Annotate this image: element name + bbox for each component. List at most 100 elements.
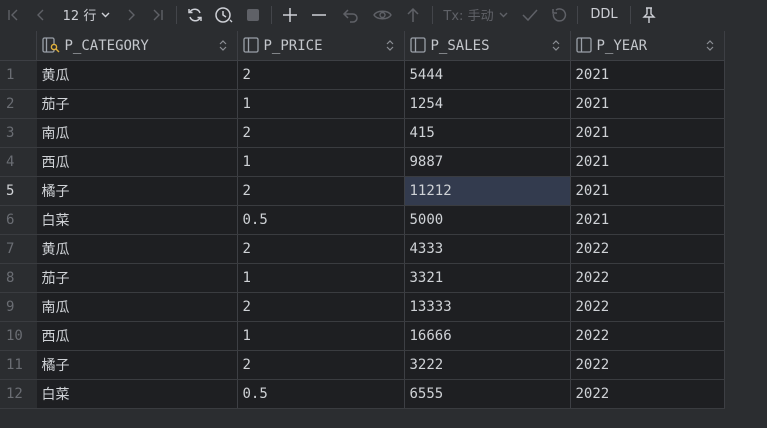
column-header-p-price[interactable]: P_PRICE [237, 31, 405, 61]
cell-p-category[interactable]: 黄瓜 [36, 234, 238, 264]
cell-p-price[interactable]: 0.5 [237, 379, 405, 409]
sort-icon[interactable] [706, 40, 714, 51]
cell-p-year[interactable]: 2021 [570, 205, 725, 235]
table-row[interactable]: 1 黄瓜 2 5444 2021 [0, 60, 725, 90]
sort-icon[interactable] [219, 40, 227, 51]
cell-p-category[interactable]: 西瓜 [36, 147, 238, 177]
cell-p-price[interactable]: 1 [237, 89, 405, 119]
table-row[interactable]: 10 西瓜 1 16666 2022 [0, 321, 725, 351]
cell-p-sales[interactable]: 3222 [404, 350, 571, 380]
toolbar-separator [271, 5, 272, 24]
row-number[interactable]: 7 [0, 234, 37, 264]
submit-icon[interactable] [398, 0, 428, 29]
cell-p-year[interactable]: 2021 [570, 147, 725, 177]
cell-p-category[interactable]: 南瓜 [36, 292, 238, 322]
delete-row-icon[interactable] [304, 0, 334, 29]
cell-p-category[interactable]: 橘子 [36, 176, 238, 206]
cell-p-sales[interactable]: 5444 [404, 60, 571, 90]
table-row[interactable]: 6 白菜 0.5 5000 2021 [0, 205, 725, 235]
cell-p-sales-selected[interactable]: 11212 [404, 176, 571, 206]
cell-p-sales[interactable]: 5000 [404, 205, 571, 235]
cell-p-year[interactable]: 2022 [570, 321, 725, 351]
cell-p-year[interactable]: 2022 [570, 350, 725, 380]
cell-p-sales[interactable]: 6555 [404, 379, 571, 409]
cell-p-price[interactable]: 2 [237, 292, 405, 322]
table-row[interactable]: 7 黄瓜 2 4333 2022 [0, 234, 725, 264]
cell-p-price[interactable]: 2 [237, 234, 405, 264]
cell-p-category[interactable]: 茄子 [36, 263, 238, 293]
sort-icon[interactable] [552, 40, 560, 51]
column-header-p-sales[interactable]: P_SALES [404, 31, 571, 61]
table-row[interactable]: 12 白菜 0.5 6555 2022 [0, 379, 725, 409]
cell-p-year[interactable]: 2021 [570, 89, 725, 119]
page-size-dropdown[interactable]: 12 行 [56, 0, 118, 29]
ddl-button[interactable]: DDL [582, 0, 626, 29]
cell-p-price[interactable]: 2 [237, 350, 405, 380]
table-row[interactable]: 3 南瓜 2 415 2021 [0, 118, 725, 148]
table-row[interactable]: 2 茄子 1 1254 2021 [0, 89, 725, 119]
row-number[interactable]: 8 [0, 263, 37, 293]
cell-p-year[interactable]: 2021 [570, 60, 725, 90]
row-number[interactable]: 9 [0, 292, 37, 322]
row-number[interactable]: 3 [0, 118, 37, 148]
rollback-icon[interactable] [545, 0, 573, 29]
add-row-icon[interactable] [276, 0, 304, 29]
transaction-mode-dropdown[interactable]: Tx: 手动 [437, 0, 515, 29]
sort-icon[interactable] [386, 40, 394, 51]
first-page-icon[interactable] [0, 0, 26, 29]
cell-p-price[interactable]: 1 [237, 147, 405, 177]
stop-icon[interactable] [239, 0, 267, 29]
row-number[interactable]: 1 [0, 60, 37, 90]
row-number[interactable]: 4 [0, 147, 37, 177]
cell-p-category[interactable]: 橘子 [36, 350, 238, 380]
table-row[interactable]: 11 橘子 2 3222 2022 [0, 350, 725, 380]
row-number[interactable]: 12 [0, 379, 37, 409]
pin-icon[interactable] [635, 0, 663, 29]
row-number[interactable]: 5 [0, 176, 37, 206]
cell-p-sales[interactable]: 16666 [404, 321, 571, 351]
column-name: P_CATEGORY [64, 38, 149, 54]
table-row[interactable]: 4 西瓜 1 9887 2021 [0, 147, 725, 177]
cell-p-category[interactable]: 西瓜 [36, 321, 238, 351]
cell-p-year[interactable]: 2022 [570, 234, 725, 264]
revert-icon[interactable] [334, 0, 368, 29]
row-number[interactable]: 11 [0, 350, 37, 380]
refresh-icon[interactable] [181, 0, 209, 29]
cell-p-sales[interactable]: 13333 [404, 292, 571, 322]
cell-p-price[interactable]: 1 [237, 321, 405, 351]
table-row[interactable]: 8 茄子 1 3321 2022 [0, 263, 725, 293]
cell-p-sales[interactable]: 4333 [404, 234, 571, 264]
last-page-icon[interactable] [144, 0, 172, 29]
row-number[interactable]: 10 [0, 321, 37, 351]
previous-page-icon[interactable] [26, 0, 56, 29]
cell-p-category[interactable]: 白菜 [36, 205, 238, 235]
cell-p-year[interactable]: 2021 [570, 176, 725, 206]
cell-p-sales[interactable]: 415 [404, 118, 571, 148]
table-row-current[interactable]: 5 橘子 2 11212 2021 [0, 176, 725, 206]
cell-p-year[interactable]: 2022 [570, 292, 725, 322]
cell-p-category[interactable]: 茄子 [36, 89, 238, 119]
cell-p-sales[interactable]: 9887 [404, 147, 571, 177]
cell-p-price[interactable]: 2 [237, 118, 405, 148]
column-header-p-category[interactable]: P_CATEGORY [36, 31, 238, 61]
cell-p-year[interactable]: 2022 [570, 263, 725, 293]
row-number[interactable]: 6 [0, 205, 37, 235]
next-page-icon[interactable] [118, 0, 144, 29]
column-header-p-year[interactable]: P_YEAR [570, 31, 725, 61]
cell-p-price[interactable]: 2 [237, 176, 405, 206]
view-changes-icon[interactable] [368, 0, 398, 29]
cell-p-price[interactable]: 1 [237, 263, 405, 293]
cell-p-sales[interactable]: 3321 [404, 263, 571, 293]
clock-icon[interactable] [209, 0, 239, 29]
cell-p-year[interactable]: 2022 [570, 379, 725, 409]
cell-p-category[interactable]: 黄瓜 [36, 60, 238, 90]
commit-icon[interactable] [515, 0, 545, 29]
cell-p-year[interactable]: 2021 [570, 118, 725, 148]
row-number[interactable]: 2 [0, 89, 37, 119]
table-row[interactable]: 9 南瓜 2 13333 2022 [0, 292, 725, 322]
cell-p-sales[interactable]: 1254 [404, 89, 571, 119]
cell-p-category[interactable]: 南瓜 [36, 118, 238, 148]
cell-p-category[interactable]: 白菜 [36, 379, 238, 409]
cell-p-price[interactable]: 0.5 [237, 205, 405, 235]
cell-p-price[interactable]: 2 [237, 60, 405, 90]
